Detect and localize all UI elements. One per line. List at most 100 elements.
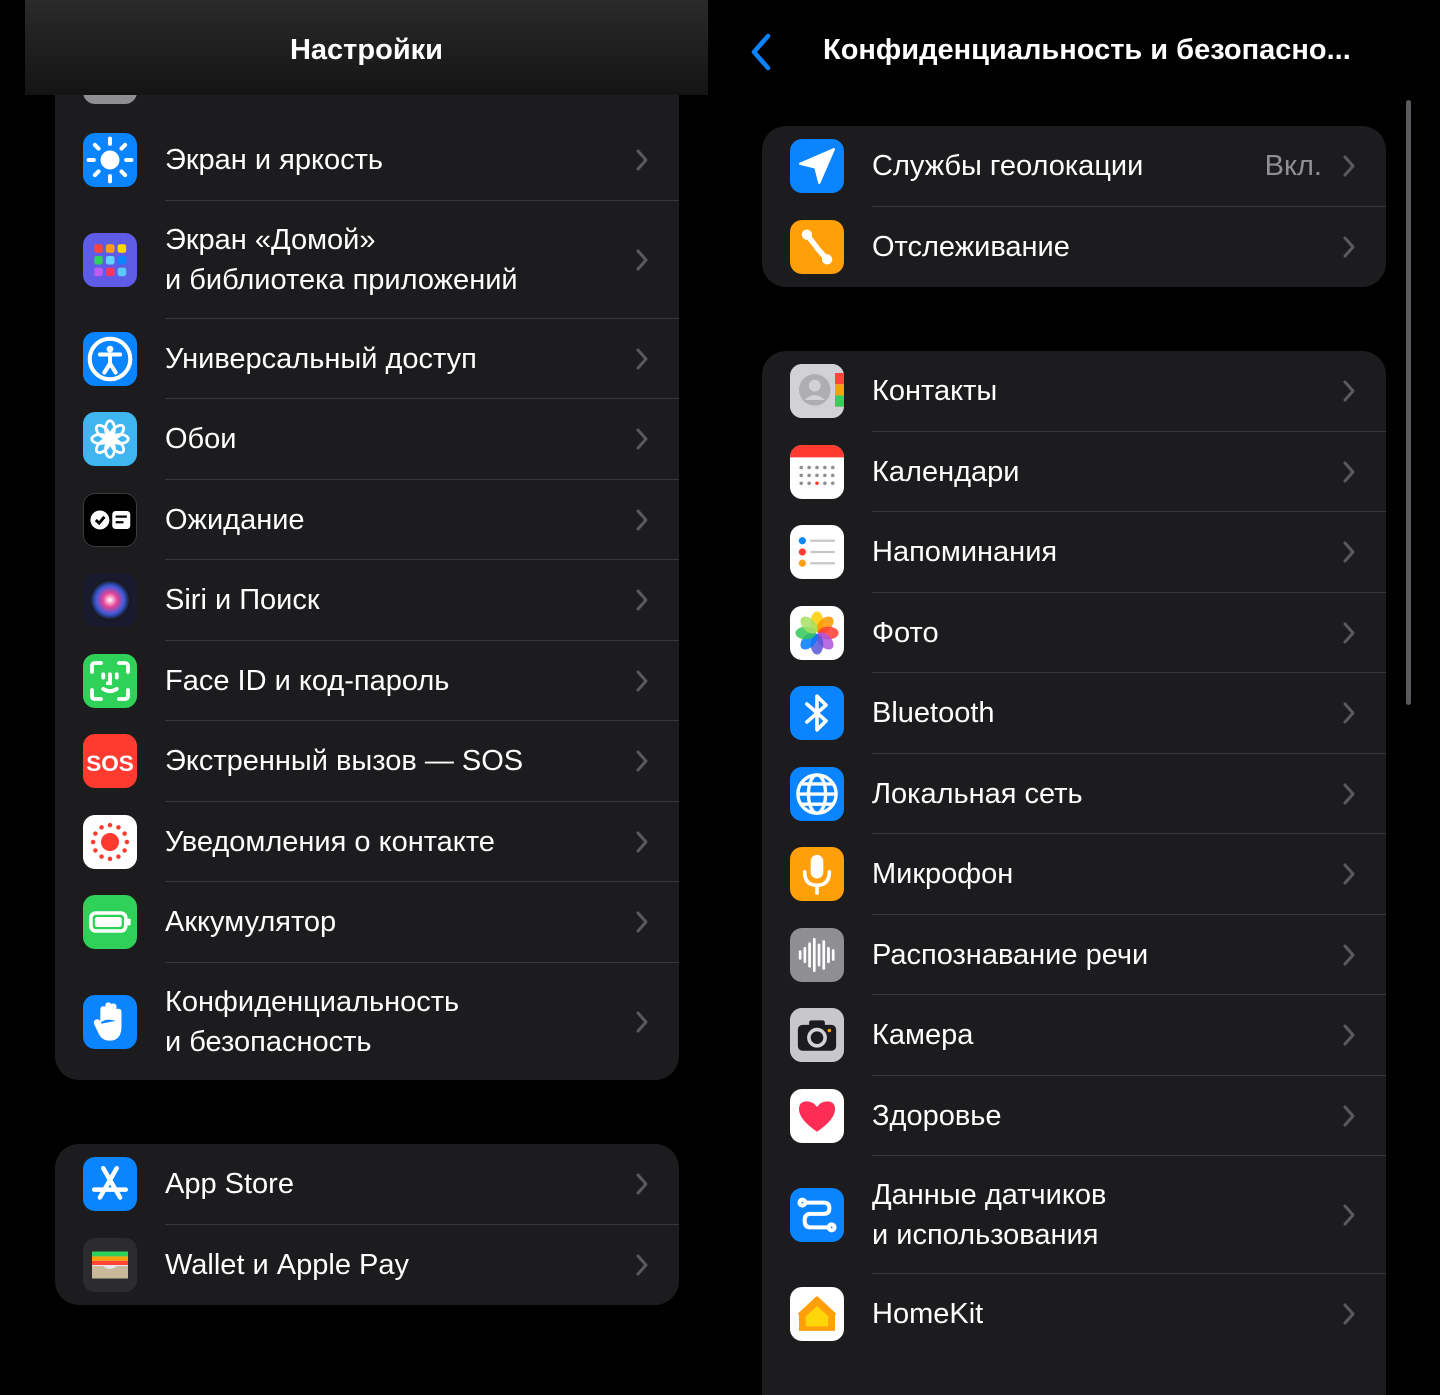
settings-row-battery[interactable]: Аккумулятор	[55, 882, 679, 963]
row-label: Экран и яркость	[165, 144, 383, 177]
settings-row-globe[interactable]: Локальная сеть	[762, 754, 1386, 834]
settings-row-heart[interactable]: Здоровье	[762, 1076, 1386, 1156]
page-title: Конфиденциальность и безопасно...	[823, 34, 1351, 66]
chevron-right-icon	[633, 147, 651, 173]
row-label: Универсальный доступ	[165, 342, 477, 375]
settings-group-main: Экран и яркость Экран «Домой» и библиотек…	[55, 40, 679, 1080]
settings-header: Настройки	[25, 0, 708, 95]
privacy-group-permissions: Контакты Календари Напоминания Фото Bluetoot…	[762, 351, 1386, 1395]
chevron-right-icon	[1340, 539, 1358, 565]
settings-row-face-id[interactable]: Face ID и код-пароль	[55, 641, 679, 721]
row-label: Отслеживание	[872, 230, 1070, 263]
globe-icon	[790, 766, 844, 821]
row-label: Экран «Домой» и библиотека приложений	[165, 223, 518, 296]
accessibility-icon	[83, 331, 137, 386]
chevron-right-icon	[633, 1252, 651, 1278]
settings-row-contacts[interactable]: Контакты	[762, 351, 1386, 432]
heart-icon	[790, 1088, 844, 1143]
chevron-right-icon	[633, 1171, 651, 1197]
row-label: App Store	[165, 1168, 294, 1201]
chevron-right-icon	[633, 909, 651, 935]
row-label: Ожидание	[165, 503, 305, 536]
chevron-right-icon	[633, 587, 651, 613]
chevron-right-icon	[1340, 1202, 1358, 1228]
svg-text:SOS: SOS	[86, 751, 134, 776]
settings-row-microphone[interactable]: Микрофон	[762, 834, 1386, 915]
microphone-icon	[790, 847, 844, 902]
sun-icon	[83, 133, 137, 188]
settings-row-bluetooth[interactable]: Bluetooth	[762, 673, 1386, 754]
location-arrow-icon	[790, 139, 844, 194]
chevron-right-icon	[633, 247, 651, 273]
settings-row-waveform[interactable]: Распознавание речи	[762, 915, 1386, 995]
settings-row-reminders[interactable]: Напоминания	[762, 512, 1386, 593]
settings-row-exposure[interactable]: Уведомления о контакте	[55, 802, 679, 882]
battery-icon	[83, 895, 137, 950]
settings-group-store: App Store Wallet и Apple Pay	[55, 1144, 679, 1305]
row-label: Контакты	[872, 375, 998, 408]
row-label: Аккумулятор	[165, 906, 337, 939]
settings-row-wallet[interactable]: Wallet и Apple Pay	[55, 1225, 679, 1306]
row-label: Конфиденциальность и безопасность	[165, 985, 460, 1058]
row-label: Локальная сеть	[872, 777, 1083, 810]
row-label: Распознавание речи	[872, 938, 1149, 971]
privacy-group-location: Службы геолокации Вкл. Отслеживание	[762, 126, 1386, 287]
settings-row-siri[interactable]: Siri и Поиск	[55, 560, 679, 641]
app-store-icon	[83, 1157, 137, 1212]
settings-row-app-store[interactable]: App Store	[55, 1144, 679, 1225]
exposure-icon	[83, 814, 137, 869]
settings-row-sensor-data[interactable]: Данные датчиков и использования	[762, 1156, 1386, 1274]
row-label: Микрофон	[872, 858, 1014, 891]
settings-row-hand[interactable]: Конфиденциальность и безопасность	[55, 963, 679, 1081]
row-label: Службы геолокации	[872, 150, 1144, 183]
settings-row-camera[interactable]: Камера	[762, 995, 1386, 1076]
homekit-icon	[790, 1287, 844, 1342]
settings-pane: Экран и яркость Экран «Домой» и библиотек…	[0, 0, 710, 1395]
row-label: Уведомления о контакте	[165, 825, 495, 858]
chevron-right-icon	[633, 346, 651, 372]
scrollbar[interactable]	[1406, 100, 1411, 705]
chevron-right-icon	[633, 1009, 651, 1035]
back-chevron-icon[interactable]	[746, 30, 776, 74]
settings-row-standby[interactable]: Ожидание	[55, 480, 679, 560]
row-label: Фото	[872, 616, 939, 649]
chevron-right-icon	[1340, 234, 1358, 260]
tracking-icon	[790, 219, 844, 274]
chevron-right-icon	[1340, 1022, 1358, 1048]
row-label: Календари	[872, 455, 1020, 488]
settings-row-location-arrow[interactable]: Службы геолокации Вкл.	[762, 126, 1386, 207]
settings-row-flower[interactable]: Обои	[55, 399, 679, 480]
bluetooth-icon	[790, 686, 844, 741]
chevron-right-icon	[1340, 1103, 1358, 1129]
camera-icon	[790, 1008, 844, 1063]
row-label: Face ID и код-пароль	[165, 664, 450, 697]
chevron-right-icon	[1340, 700, 1358, 726]
wallet-icon	[83, 1237, 137, 1292]
settings-row-accessibility[interactable]: Универсальный доступ	[55, 319, 679, 399]
settings-row-photos[interactable]: Фото	[762, 593, 1386, 673]
row-label: Wallet и Apple Pay	[165, 1248, 410, 1281]
chevron-right-icon	[1340, 459, 1358, 485]
photos-icon	[790, 605, 844, 660]
settings-row-sos[interactable]: SOS Экстренный вызов — SOS	[55, 721, 679, 802]
chevron-right-icon	[1340, 620, 1358, 646]
privacy-pane: Конфиденциальность и безопасно... Службы…	[710, 0, 1440, 1395]
settings-row-homekit[interactable]: HomeKit	[762, 1274, 1386, 1355]
chevron-right-icon	[633, 829, 651, 855]
row-label: Данные датчиков и использования	[872, 1179, 1107, 1251]
row-label: Экстренный вызов — SOS	[165, 745, 524, 778]
settings-row-sun[interactable]: Экран и яркость	[55, 120, 679, 201]
row-label: Напоминания	[872, 536, 1058, 569]
sos-icon: SOS	[83, 734, 137, 789]
row-label: Обои	[165, 423, 237, 456]
flower-icon	[83, 412, 137, 467]
settings-row-tracking[interactable]: Отслеживание	[762, 207, 1386, 288]
page-title: Настройки	[289, 34, 443, 66]
hand-icon	[83, 994, 137, 1049]
row-value: Вкл.	[1264, 150, 1322, 183]
row-label: HomeKit	[872, 1298, 984, 1331]
face-id-icon	[83, 653, 137, 708]
settings-row-home-grid[interactable]: Экран «Домой» и библиотека приложений	[55, 201, 679, 319]
settings-row-calendar[interactable]: Календари	[762, 432, 1386, 512]
chevron-right-icon	[1340, 942, 1358, 968]
